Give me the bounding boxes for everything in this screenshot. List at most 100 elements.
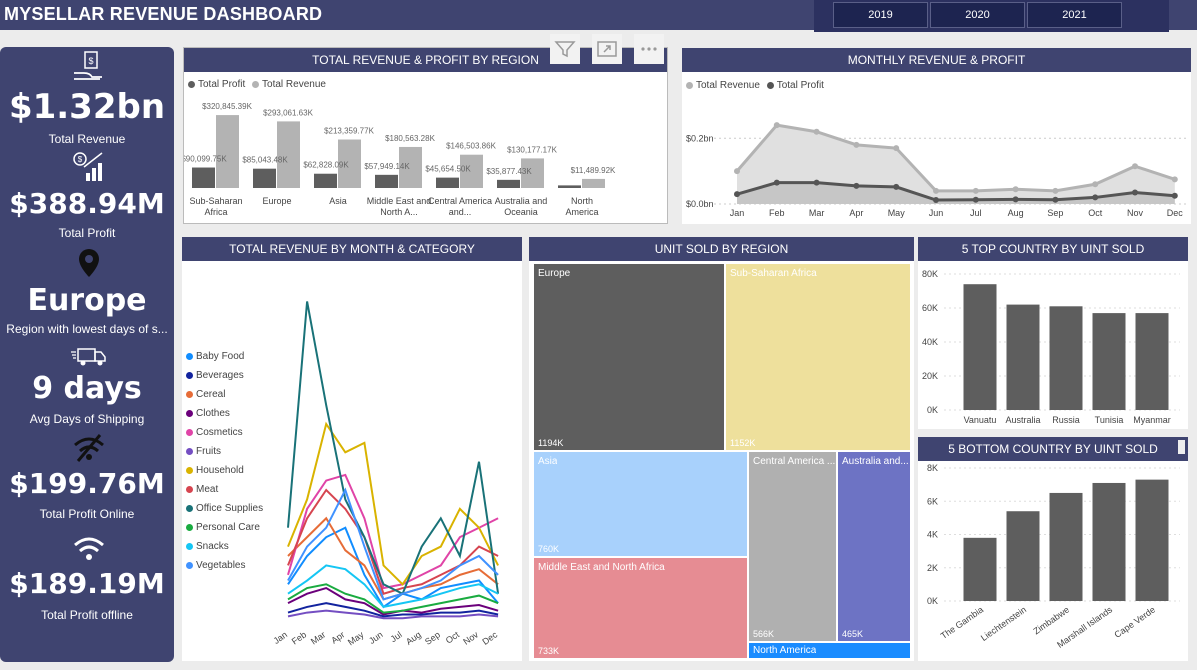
legend-item[interactable]: Baby Food xyxy=(186,351,244,362)
kpi-value-total-revenue: $1.32bn xyxy=(8,87,166,127)
data-point[interactable] xyxy=(773,179,780,186)
filter-icon[interactable] xyxy=(550,34,580,64)
data-point[interactable] xyxy=(1132,163,1138,170)
legend-dot-profit xyxy=(766,81,774,89)
legend-label: Cereal xyxy=(196,389,226,400)
bar[interactable] xyxy=(1135,479,1169,601)
data-point[interactable] xyxy=(1052,187,1059,194)
legend-dot xyxy=(186,561,193,569)
treemap-tile-sub-saharan-africa[interactable]: Sub-Saharan Africa 1152K xyxy=(725,263,911,451)
svg-text:$: $ xyxy=(78,155,83,164)
data-point[interactable] xyxy=(933,187,939,194)
data-point[interactable] xyxy=(1052,196,1059,203)
legend-dot xyxy=(186,542,193,550)
data-point[interactable] xyxy=(853,182,860,189)
bar-revenue[interactable] xyxy=(582,178,605,188)
series-line[interactable] xyxy=(287,421,499,586)
treemap-tile-australia-oceania[interactable]: Australia and... 465K xyxy=(837,451,911,642)
x-tick-label: Sep xyxy=(423,629,442,646)
legend-item[interactable]: Personal Care xyxy=(186,522,260,533)
bottom-countries-card-title: 5 BOTTOM COUNTRY BY UINT SOLD xyxy=(918,437,1188,461)
data-point[interactable] xyxy=(1092,181,1099,188)
treemap-tile-north-america[interactable]: North America xyxy=(748,642,911,659)
data-point[interactable] xyxy=(813,128,820,135)
bar[interactable] xyxy=(963,284,997,410)
bar[interactable] xyxy=(1006,511,1040,601)
legend-item[interactable]: Cereal xyxy=(186,389,225,400)
monthly-revenue-chart: $0.0bn $0.2bn Jan Feb Mar Apr May Jun Jul Aug Sep O… xyxy=(686,122,1187,218)
treemap-tile-europe[interactable]: Europe 1194K xyxy=(533,263,725,451)
x-tick-label: North A... xyxy=(380,207,418,217)
data-point[interactable] xyxy=(1092,194,1099,201)
y-tick-label: 6K xyxy=(927,496,938,506)
treemap-tile-middle-east-north-africa[interactable]: Middle East and North Africa 733K xyxy=(533,557,748,659)
focus-mode-icon[interactable] xyxy=(592,34,622,64)
bar[interactable] xyxy=(1092,482,1126,601)
treemap-tile-asia[interactable]: Asia 760K xyxy=(533,451,748,557)
data-point[interactable] xyxy=(734,191,740,198)
legend-label: Meat xyxy=(196,484,219,495)
bar[interactable] xyxy=(1006,304,1040,410)
data-point[interactable] xyxy=(933,197,939,204)
legend-label-profit[interactable]: Total Profit xyxy=(198,79,245,90)
x-tick-label: Jun xyxy=(367,629,385,646)
bar-profit[interactable] xyxy=(436,177,459,188)
year-button-2019[interactable]: 2019 xyxy=(833,2,928,28)
bar-profit[interactable] xyxy=(497,179,520,188)
data-point[interactable] xyxy=(1171,192,1178,199)
year-button-2020[interactable]: 2020 xyxy=(930,2,1025,28)
bar-revenue[interactable] xyxy=(216,115,239,188)
data-point[interactable] xyxy=(1012,186,1019,193)
data-point[interactable] xyxy=(853,141,860,148)
legend-label-revenue[interactable]: Total Revenue xyxy=(696,80,760,91)
legend-label-revenue[interactable]: Total Revenue xyxy=(262,79,326,90)
y-tick-label: 40K xyxy=(922,337,938,347)
legend-item[interactable]: Clothes xyxy=(186,408,230,419)
x-tick-label: Myanmar xyxy=(1133,415,1171,425)
category-revenue-chart: Jan Feb Mar Apr May Jun Jul Aug Sep Oct Nov Dec xyxy=(272,301,500,647)
legend-item[interactable]: Office Supplies xyxy=(186,503,263,514)
legend-item[interactable]: Household xyxy=(186,465,244,476)
more-options-icon[interactable] xyxy=(634,34,664,64)
data-point[interactable] xyxy=(1012,196,1019,203)
bar[interactable] xyxy=(1049,306,1083,410)
scrollbar-handle[interactable] xyxy=(1178,440,1185,454)
bar[interactable] xyxy=(1049,492,1083,601)
legend-label-profit[interactable]: Total Profit xyxy=(777,80,824,91)
legend-label: Office Supplies xyxy=(196,503,264,514)
legend-item[interactable]: Fruits xyxy=(186,446,221,457)
data-point[interactable] xyxy=(972,187,979,194)
bar-profit[interactable] xyxy=(375,174,398,188)
bar-profit[interactable] xyxy=(558,185,581,188)
data-point[interactable] xyxy=(813,179,820,186)
region-revenue-chart: $90,099.75K $320,845.39K Sub-SaharanAfrica… xyxy=(184,102,616,217)
treemap-tile-label: Middle East and North Africa xyxy=(538,562,665,573)
bar[interactable] xyxy=(963,537,997,601)
data-point[interactable] xyxy=(972,196,979,203)
bar-profit[interactable] xyxy=(314,173,337,188)
data-point[interactable] xyxy=(1171,176,1178,183)
data-point[interactable] xyxy=(1132,189,1138,196)
legend-item[interactable]: Beverages xyxy=(186,370,244,381)
legend-dot-revenue xyxy=(686,81,693,89)
legend-item[interactable]: Cosmetics xyxy=(186,427,243,438)
legend-item[interactable]: Meat xyxy=(186,484,218,495)
legend-label: Beverages xyxy=(196,370,244,381)
data-point[interactable] xyxy=(773,122,780,129)
data-point[interactable] xyxy=(893,183,900,190)
legend-dot xyxy=(186,466,193,474)
bar-profit[interactable] xyxy=(253,168,276,188)
series-line[interactable] xyxy=(287,488,499,595)
bar[interactable] xyxy=(1135,313,1169,410)
data-point[interactable] xyxy=(893,145,900,152)
bar-profit[interactable] xyxy=(192,167,215,188)
treemap-tile-central-america[interactable]: Central America ... 566K xyxy=(748,451,837,642)
series-line[interactable] xyxy=(287,526,499,609)
legend-label: Fruits xyxy=(196,446,221,457)
year-button-2021[interactable]: 2021 xyxy=(1027,2,1122,28)
legend-item[interactable]: Snacks xyxy=(186,541,229,552)
bar[interactable] xyxy=(1092,313,1126,410)
legend-item[interactable]: Vegetables xyxy=(186,560,246,571)
data-point[interactable] xyxy=(734,168,740,175)
x-tick-label: Dec xyxy=(1167,208,1184,218)
